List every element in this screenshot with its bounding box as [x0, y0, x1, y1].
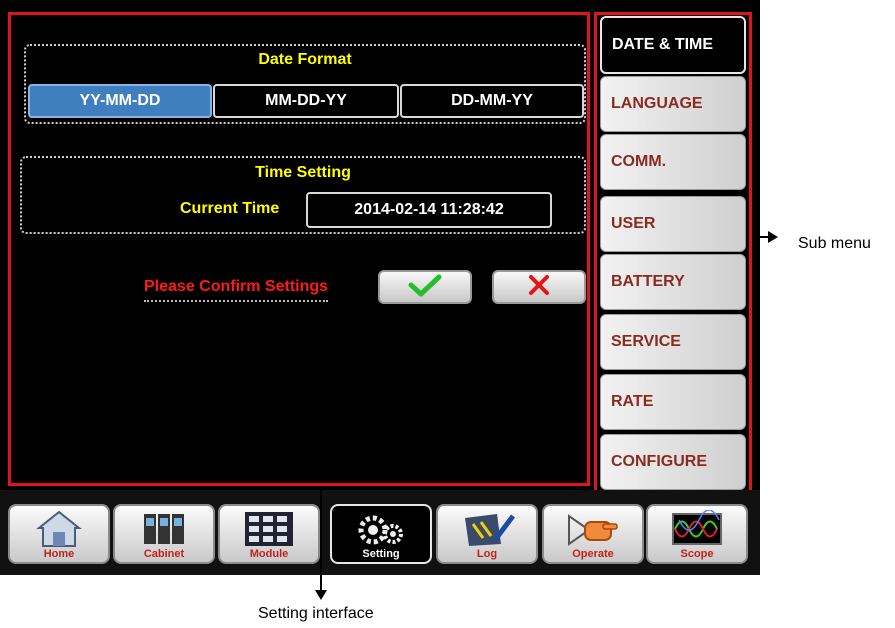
pointing-hand-icon	[544, 510, 642, 550]
nav-operate[interactable]: Operate	[542, 504, 644, 564]
setting-interface-arrow-line	[320, 486, 322, 594]
log-icon	[438, 510, 536, 550]
sub-menu-annotation: Sub menu	[798, 235, 871, 252]
nav-log-label: Log	[476, 548, 498, 560]
nav-setting-label: Setting	[362, 548, 400, 560]
nav-cabinet[interactable]: Cabinet	[113, 504, 215, 564]
nav-log[interactable]: Log	[436, 504, 538, 564]
gears-icon	[332, 510, 430, 550]
nav-scope[interactable]: Scope	[646, 504, 748, 564]
setting-interface-highlight	[8, 12, 590, 486]
nav-module[interactable]: Module	[218, 504, 320, 564]
nav-operate-label: Operate	[572, 548, 614, 560]
nav-scope-label: Scope	[680, 548, 714, 560]
sub-menu-highlight	[594, 12, 752, 494]
setting-interface-annotation: Setting interface	[258, 605, 374, 622]
sub-menu-arrow-head	[768, 231, 778, 243]
nav-module-label: Module	[249, 548, 289, 560]
nav-home-label: Home	[43, 548, 75, 560]
scope-icon	[648, 510, 746, 548]
module-icon	[220, 510, 318, 548]
nav-home[interactable]: Home	[8, 504, 110, 564]
nav-setting[interactable]: Setting	[330, 504, 432, 564]
cabinet-icon	[115, 510, 213, 548]
setting-interface-arrow-head	[315, 590, 327, 600]
nav-cabinet-label: Cabinet	[143, 548, 185, 560]
home-icon	[10, 510, 108, 550]
